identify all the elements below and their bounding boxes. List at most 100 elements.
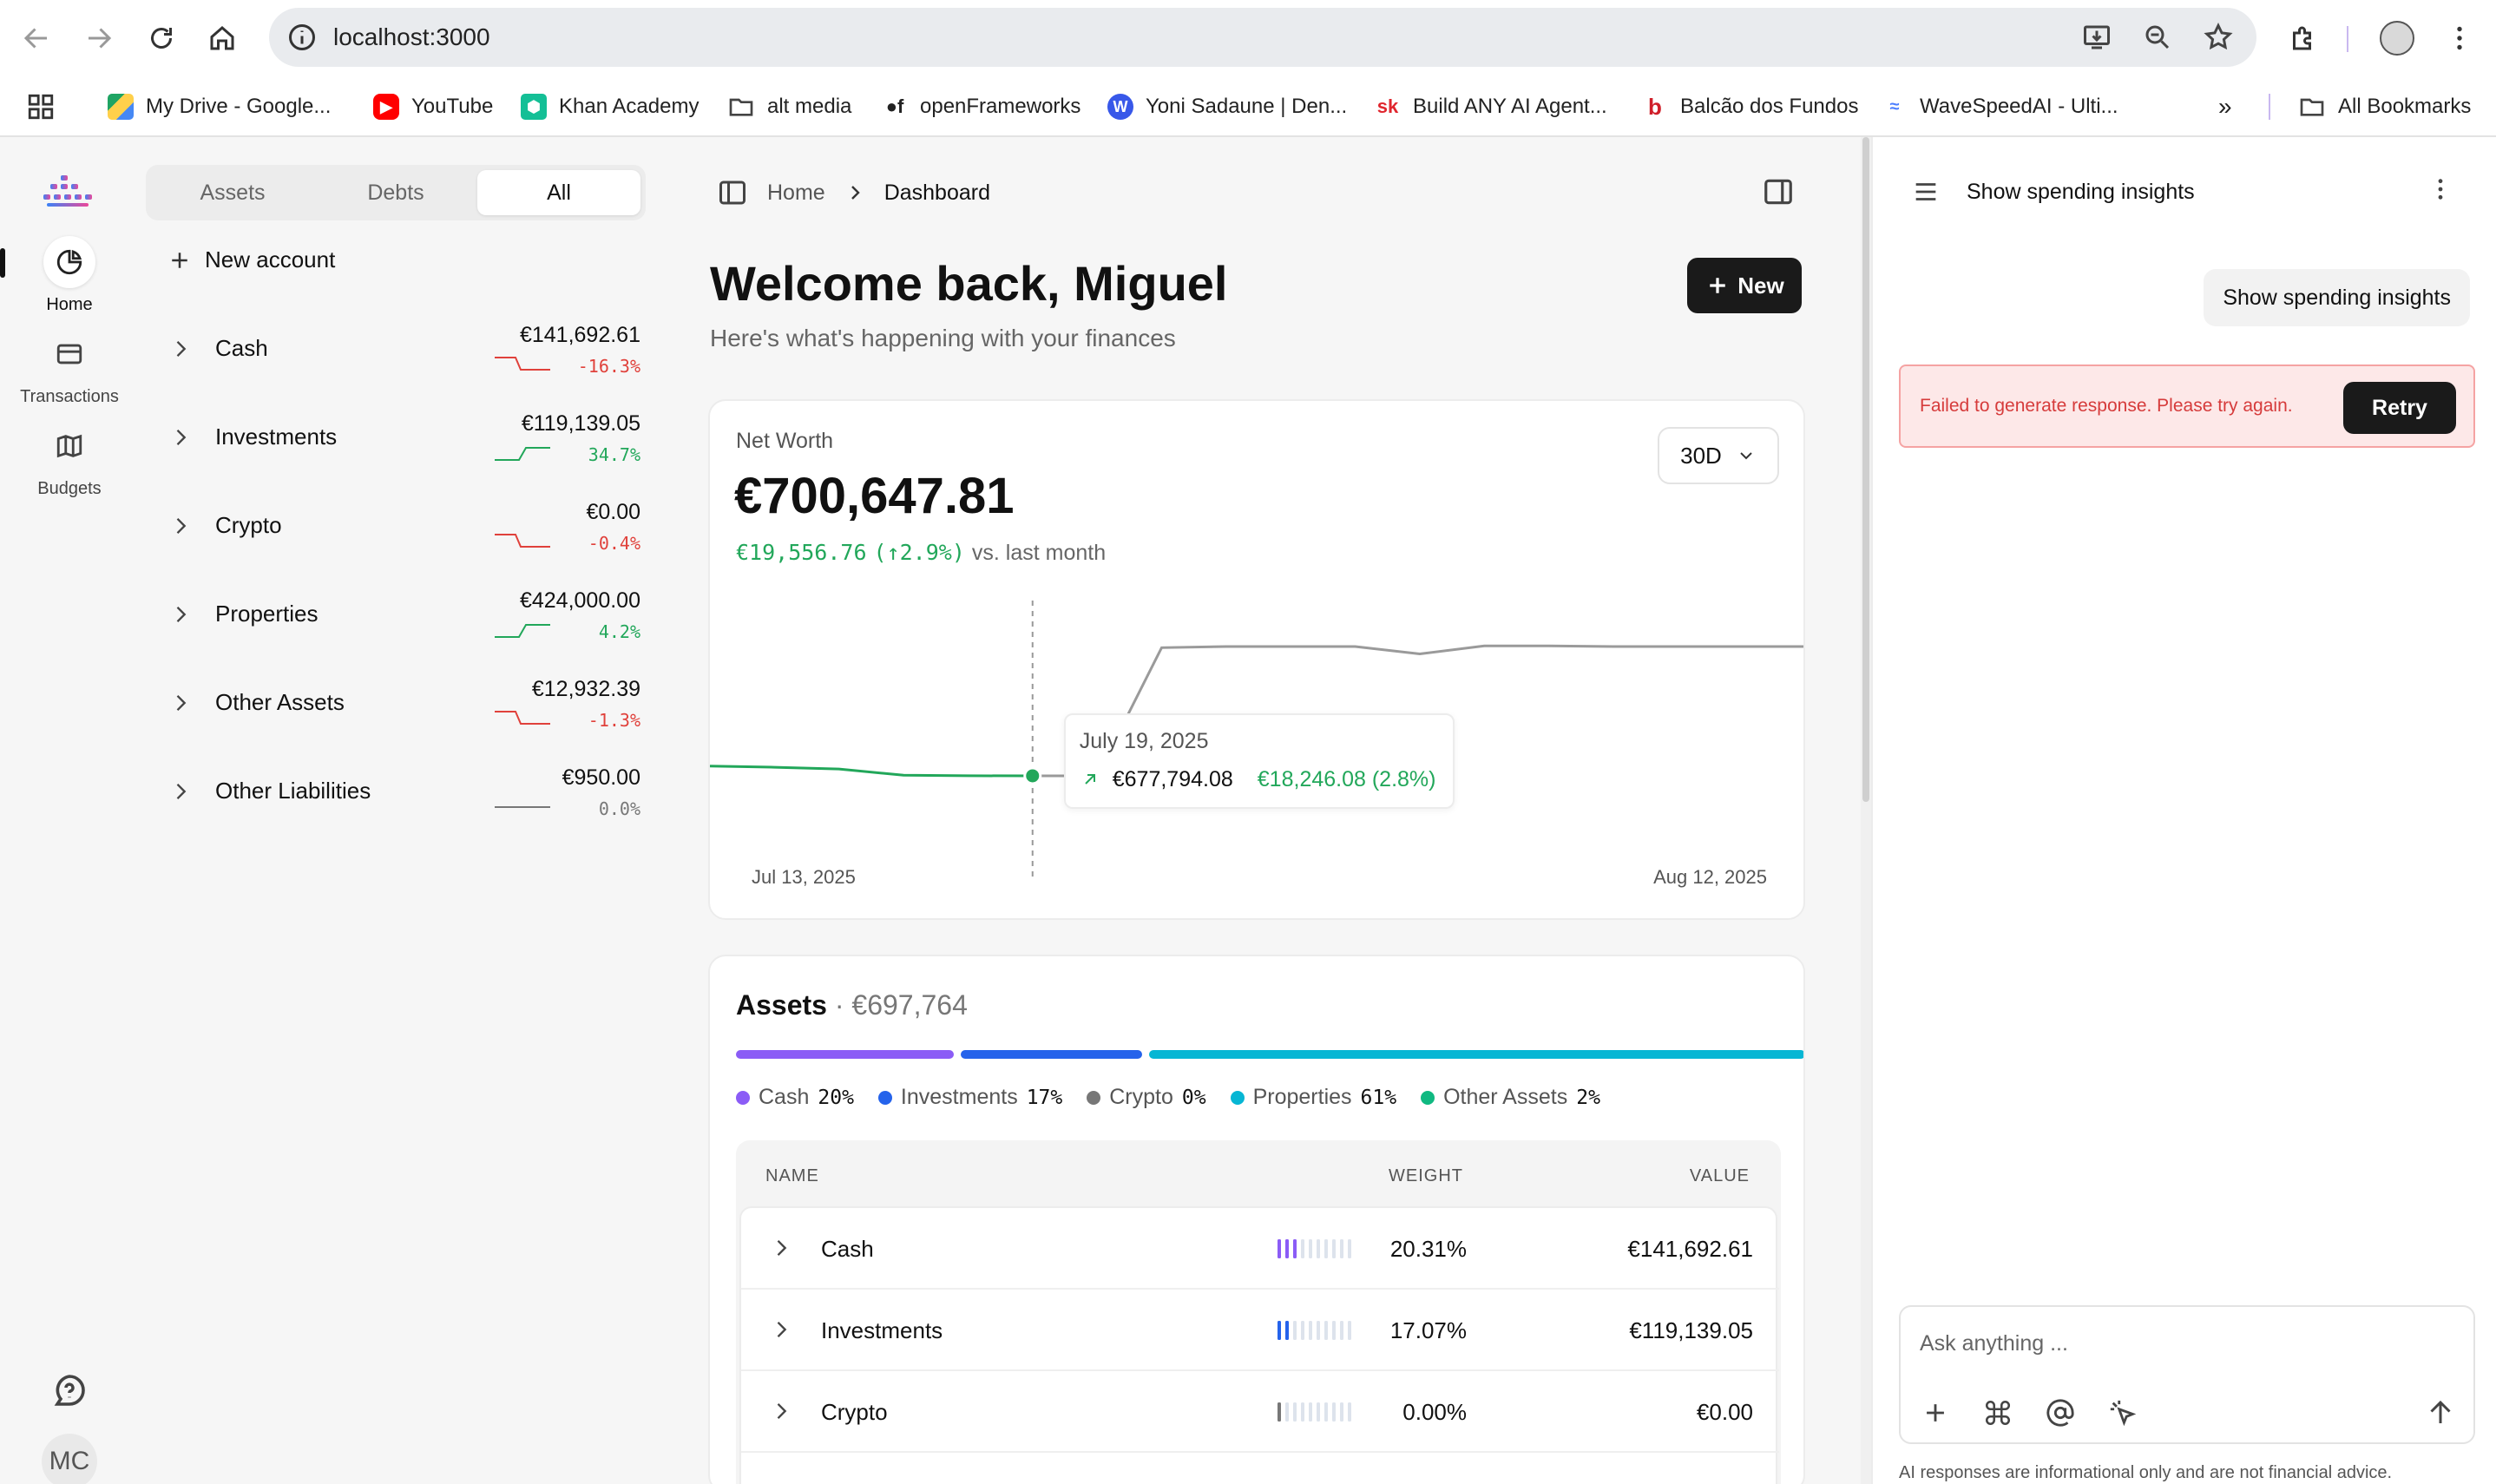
scrollbar-thumb[interactable] — [1862, 137, 1869, 802]
chevron-right-icon[interactable] — [168, 337, 193, 361]
sparkline — [495, 357, 550, 371]
chat-composer[interactable]: Ask anything ... — [1899, 1305, 2475, 1444]
bookmark-item[interactable]: b Balcão dos Fundos — [1642, 89, 1858, 125]
chevron-right-icon[interactable] — [769, 1236, 793, 1260]
menu-icon[interactable] — [1911, 177, 1941, 207]
page-title: Welcome back, Miguel — [710, 256, 1228, 311]
account-group-change: -0.4% — [588, 533, 640, 554]
plus-icon — [172, 252, 187, 268]
url-text[interactable]: localhost:3000 — [333, 23, 490, 51]
plus-icon[interactable] — [1920, 1397, 1951, 1428]
panel-toggle-icon[interactable] — [1762, 175, 1795, 208]
breadcrumb-home[interactable]: Home — [767, 181, 825, 206]
folder-icon — [2300, 98, 2324, 116]
apps-button[interactable] — [26, 89, 56, 125]
chevron-right-icon[interactable] — [769, 1399, 793, 1423]
back-button[interactable] — [17, 19, 56, 57]
hover-point — [1023, 766, 1042, 785]
assets-card: Assets · €697,764 Cash 20% Investments 17% C… — [708, 955, 1805, 1484]
help-button[interactable] — [49, 1371, 90, 1413]
main-scrollbar[interactable] — [1861, 137, 1871, 1484]
install-app-icon[interactable] — [2079, 20, 2114, 55]
account-filter-tabs: Assets Debts All — [146, 165, 646, 220]
chat-title: Show spending insights — [1967, 179, 2195, 204]
account-group-row[interactable]: Investments €119,139.05 34.7% — [146, 408, 640, 474]
kebab-menu-icon[interactable] — [2427, 175, 2454, 203]
extensions-button[interactable] — [2284, 19, 2322, 57]
bookmark-item[interactable]: My Drive - Google... — [108, 89, 331, 125]
cursor-click-icon[interactable] — [2107, 1397, 2138, 1428]
chevron-right-icon[interactable] — [168, 514, 193, 538]
bookmark-item[interactable]: ▶ YouTube — [373, 89, 493, 125]
tab-debts[interactable]: Debts — [314, 170, 477, 215]
allocation-segment — [736, 1050, 954, 1059]
profile-icon — [2380, 21, 2414, 56]
retry-button[interactable]: Retry — [2343, 382, 2456, 434]
reload-button[interactable] — [142, 19, 181, 57]
app-root: Home Transactions Budgets MC Assets Debt… — [0, 137, 2496, 1484]
tab-assets[interactable]: Assets — [151, 170, 314, 215]
user-message: Show spending insights — [2204, 269, 2470, 326]
account-group-row[interactable]: Crypto €0.00 -0.4% — [146, 496, 640, 562]
browser-menu-button[interactable] — [2440, 19, 2479, 57]
profile-avatar[interactable] — [2378, 19, 2416, 57]
bdf-icon: b — [1642, 94, 1668, 120]
nav-home[interactable]: Home — [0, 236, 139, 315]
tab-all[interactable]: All — [477, 170, 640, 215]
new-button[interactable]: New — [1687, 258, 1802, 313]
bookmark-label: My Drive - Google... — [146, 95, 332, 118]
avatar[interactable]: MC — [42, 1434, 97, 1484]
command-icon[interactable] — [1982, 1397, 2013, 1428]
legend-label: Other Assets — [1443, 1085, 1568, 1109]
bookmark-item[interactable]: W Yoni Sadaune | Den... — [1107, 89, 1347, 125]
legend-percent: 0% — [1181, 1086, 1206, 1109]
range-select[interactable]: 30D — [1658, 427, 1779, 484]
account-group-row[interactable]: Other Liabilities €950.00 0.0% — [146, 762, 640, 828]
account-group-change: 34.7% — [588, 444, 640, 465]
nav-budgets[interactable]: Budgets — [0, 420, 139, 499]
site-info-icon[interactable] — [286, 22, 318, 53]
all-bookmarks-button[interactable]: All Bookmarks — [2298, 89, 2471, 125]
bookmark-item[interactable]: ≈ WaveSpeedAI - Ulti... — [1882, 89, 2118, 125]
page-subtitle: Here's what's happening with your financ… — [710, 325, 1176, 351]
bookmark-item[interactable]: alt media — [727, 89, 851, 125]
chat-input[interactable]: Ask anything ... — [1920, 1331, 2068, 1356]
bookmark-item[interactable]: sk Build ANY AI Agent... — [1375, 89, 1607, 125]
home-button[interactable] — [203, 19, 241, 57]
table-row[interactable]: Investments 17.07% €119,139.05 — [741, 1290, 1779, 1371]
openframeworks-icon: ●f — [882, 94, 908, 120]
sidebar-toggle-icon[interactable] — [717, 177, 748, 208]
zoom-icon[interactable] — [2140, 20, 2175, 55]
sparkline — [495, 711, 550, 725]
bookmark-star-icon[interactable] — [2201, 20, 2236, 55]
sparkline — [495, 534, 550, 548]
send-arrow-icon[interactable] — [2425, 1397, 2456, 1428]
nav-transactions[interactable]: Transactions — [0, 328, 139, 407]
chat-header: Show spending insights — [1911, 177, 2195, 207]
chevron-right-icon[interactable] — [168, 425, 193, 450]
apps-grid-icon — [28, 94, 54, 120]
legend-dot — [877, 1090, 892, 1105]
legend-label: Properties — [1252, 1085, 1352, 1109]
more-bookmarks-button[interactable]: » — [2218, 89, 2232, 125]
chevron-right-icon[interactable] — [769, 1317, 793, 1342]
chevron-right-icon[interactable] — [168, 691, 193, 715]
mention-icon[interactable] — [2045, 1397, 2076, 1428]
table-row[interactable]: Crypto 0.00% €0.00 — [741, 1371, 1779, 1453]
bookmark-label: YouTube — [411, 95, 494, 118]
bookmark-item[interactable]: ●f openFrameworks — [882, 89, 1081, 125]
bookmark-item[interactable]: ⬢ Khan Academy — [521, 89, 699, 125]
table-row[interactable]: Cash 20.31% €141,692.61 — [741, 1208, 1779, 1290]
legend-item: Properties 61% — [1230, 1085, 1396, 1110]
assets-title: Assets — [736, 989, 827, 1021]
change-comparison: vs. last month — [971, 541, 1107, 565]
forward-button[interactable] — [80, 19, 118, 57]
new-account-button[interactable]: New account — [167, 246, 335, 273]
account-group-row[interactable]: Other Assets €12,932.39 -1.3% — [146, 673, 640, 739]
account-group-row[interactable]: Cash €141,692.61 -16.3% — [146, 319, 640, 385]
address-bar[interactable]: localhost:3000 — [269, 8, 2256, 67]
chevron-right-icon[interactable] — [168, 602, 193, 627]
home-icon — [210, 26, 234, 50]
account-group-row[interactable]: Properties €424,000.00 4.2% — [146, 585, 640, 651]
chevron-right-icon[interactable] — [168, 779, 193, 804]
